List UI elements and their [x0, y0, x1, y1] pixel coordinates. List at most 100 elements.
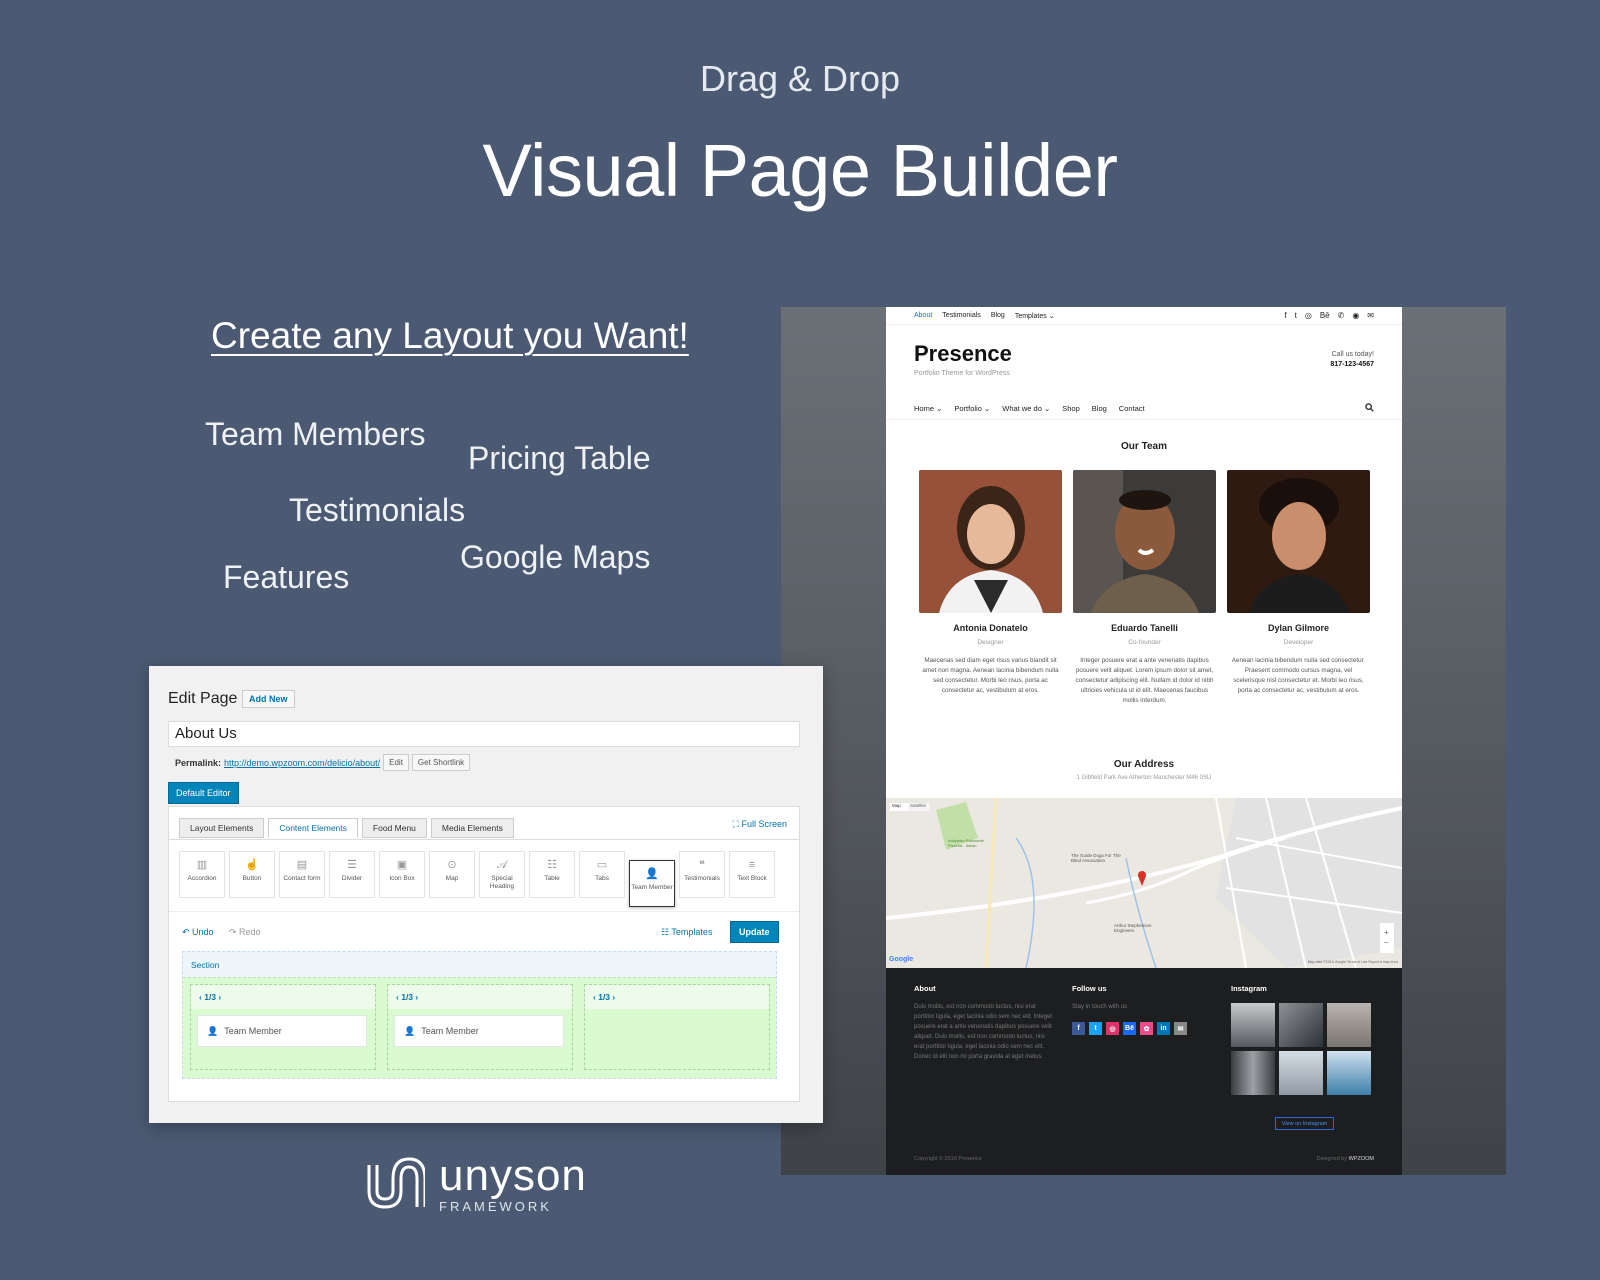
instagram-icon[interactable]: ◎	[1305, 311, 1312, 320]
footer-social-icon[interactable]: in	[1157, 1022, 1170, 1035]
element-palette: ▥ Accordion ☝ Button ▤ Contact form ☰ Divider ▣ I…	[179, 851, 775, 907]
instagram-photo[interactable]	[1279, 1051, 1323, 1095]
chevron-right-icon[interactable]: ›	[415, 992, 418, 1002]
permalink-url[interactable]: http://demo.wpzoom.com/delicio/about/	[224, 758, 380, 768]
chevron-right-icon[interactable]: ›	[218, 992, 221, 1002]
nav-blog[interactable]: Blog	[1092, 404, 1107, 413]
chevron-left-icon[interactable]: ‹	[396, 992, 399, 1002]
templates-button[interactable]: ☷ Templates	[661, 927, 712, 938]
default-editor-button[interactable]: Default Editor	[168, 782, 239, 804]
facebook-icon[interactable]: f	[1284, 311, 1286, 320]
element-label: Divider	[341, 875, 363, 882]
site-logo[interactable]: Presence	[914, 341, 1012, 367]
undo-button[interactable]: ↶ Undo	[182, 927, 214, 938]
column-one-third[interactable]: ‹ 1/3 › 👤 Team Member	[387, 984, 573, 1070]
element-accordion[interactable]: ▥ Accordion	[179, 851, 225, 898]
designer-link[interactable]: WPZOOM	[1349, 1156, 1374, 1162]
element-label: Tabs	[595, 875, 609, 882]
element-icon-box[interactable]: ▣ Icon Box	[379, 851, 425, 898]
chevron-left-icon[interactable]: ‹	[199, 992, 202, 1002]
page-title-input[interactable]: About Us	[168, 721, 800, 747]
instagram-photo[interactable]	[1327, 1051, 1371, 1095]
full-screen-button[interactable]: ⛶ Full Screen	[733, 819, 787, 830]
dribbble-icon[interactable]: ◉	[1352, 311, 1359, 320]
tab-layout-elements[interactable]: Layout Elements	[179, 818, 265, 838]
element-testimonials[interactable]: ❝ Testimonials	[679, 851, 725, 898]
member-bio: Maecenas sed diam eget risus varius blan…	[922, 657, 1059, 694]
element-text-block[interactable]: ≡ Text Block	[729, 851, 775, 898]
nav-contact[interactable]: Contact	[1119, 404, 1145, 413]
chevron-left-icon[interactable]: ‹	[593, 992, 596, 1002]
footer-social-icon[interactable]: ✉	[1174, 1022, 1187, 1035]
team-member-block[interactable]: 👤 Team Member	[197, 1015, 367, 1047]
hero-title: Visual Page Builder	[482, 129, 1118, 212]
footer-social-icon[interactable]: Bē	[1123, 1022, 1136, 1035]
topbar-link-blog[interactable]: Blog	[991, 312, 1005, 319]
footer-social-icon[interactable]: f	[1072, 1022, 1085, 1035]
main-nav: Home ⌄ Portfolio ⌄ What we do ⌄ Shop Blo…	[914, 398, 1374, 418]
google-logo: Google	[889, 956, 914, 963]
mail-icon[interactable]: ✉	[1367, 311, 1374, 320]
column-one-third[interactable]: ‹ 1/3 ›	[584, 984, 770, 1070]
instagram-photo[interactable]	[1231, 1051, 1275, 1095]
element-special-heading[interactable]: 𝒜 Special Heading	[479, 851, 525, 898]
element-button[interactable]: ☝ Button	[229, 851, 275, 898]
instagram-photo[interactable]	[1327, 1003, 1371, 1047]
section-dropzone[interactable]: ‹ 1/3 › 👤 Team Member ‹ 1/3 › 👤 Team Membe…	[183, 977, 776, 1078]
map-label-arthur: Arthur Stephenson Engineers	[1114, 923, 1152, 933]
topbar-link-about[interactable]: About	[914, 312, 932, 319]
editor-title: Edit Page	[168, 690, 238, 707]
phone-icon[interactable]: ✆	[1338, 311, 1345, 320]
permalink-row: Permalink: http://demo.wpzoom.com/delici…	[175, 754, 471, 771]
tab-food-menu[interactable]: Food Menu	[361, 818, 427, 838]
permalink-edit-button[interactable]: Edit	[383, 754, 409, 771]
map-tab-map[interactable]: Map	[892, 803, 901, 808]
chevron-right-icon[interactable]: ›	[612, 992, 615, 1002]
topbar-link-testimonials[interactable]: Testimonials	[942, 312, 981, 319]
team-title: Our Team	[1121, 441, 1167, 452]
update-button[interactable]: Update	[730, 921, 779, 943]
templates-label: Templates	[671, 927, 713, 937]
zoom-controls[interactable]: + −	[1384, 928, 1389, 948]
element-team-member[interactable]: 👤 Team Member	[629, 860, 675, 907]
map-tab-satellite[interactable]: Satellite	[910, 803, 926, 808]
logo-name: unyson	[439, 1151, 587, 1200]
topbar-link-templates[interactable]: Templates ⌄	[1015, 312, 1055, 320]
tab-content-elements[interactable]: Content Elements	[268, 818, 358, 838]
instagram-photo[interactable]	[1279, 1003, 1323, 1047]
nav-portfolio[interactable]: Portfolio ⌄	[954, 404, 990, 413]
nav-shop[interactable]: Shop	[1062, 404, 1080, 413]
footer-social-icon[interactable]: ◎	[1106, 1022, 1119, 1035]
element-table[interactable]: ☷ Table	[529, 851, 575, 898]
element-contact-form[interactable]: ▤ Contact form	[279, 851, 325, 898]
address-text: 1 Gibfield Park Ave Atherton Manchester …	[1076, 775, 1212, 781]
instagram-photo[interactable]	[1231, 1003, 1275, 1047]
element-tabs[interactable]: ▭ Tabs	[579, 851, 625, 898]
add-new-button[interactable]: Add New	[242, 690, 295, 708]
topbar-social: f t ◎ Bē ✆ ◉ ✉	[1284, 311, 1374, 320]
google-map[interactable]: Map Satellite The Guide Dogs For The Bli…	[886, 798, 1402, 968]
nav-what-we-do[interactable]: What we do ⌄	[1002, 404, 1050, 413]
view-instagram-button[interactable]: View on Instagram	[1275, 1117, 1334, 1130]
element-map[interactable]: ⊙ Map	[429, 851, 475, 898]
column-header: ‹ 1/3 ›	[585, 985, 769, 1009]
team-member-card: Antonia Donatelo Designer Maecenas sed d…	[919, 470, 1062, 696]
footer-social-icon[interactable]: t	[1089, 1022, 1102, 1035]
element-label: Text Block	[737, 875, 767, 882]
element-icon: ▭	[596, 859, 608, 871]
footer-follow-title: Follow us	[1072, 984, 1107, 993]
footer-social-icon[interactable]: ✿	[1140, 1022, 1153, 1035]
nav-home[interactable]: Home ⌄	[914, 404, 942, 413]
twitter-icon[interactable]: t	[1295, 311, 1297, 320]
column-one-third[interactable]: ‹ 1/3 › 👤 Team Member	[190, 984, 376, 1070]
page-editor: Edit Page Add New About Us Permalink: ht…	[149, 666, 823, 1123]
search-icon[interactable]	[1365, 402, 1374, 414]
tab-media-elements[interactable]: Media Elements	[430, 818, 514, 838]
call-label: Call us today!	[1331, 351, 1374, 358]
team-member-block[interactable]: 👤 Team Member	[394, 1015, 564, 1047]
redo-button[interactable]: ↷ Redo	[229, 927, 261, 938]
get-shortlink-button[interactable]: Get Shortlink	[411, 754, 471, 771]
behance-icon[interactable]: Bē	[1320, 311, 1330, 320]
element-divider[interactable]: ☰ Divider	[329, 851, 375, 898]
builder-section[interactable]: Section ‹ 1/3 › 👤 Team Member ‹ 1/3 › 👤 Te…	[182, 951, 777, 1079]
